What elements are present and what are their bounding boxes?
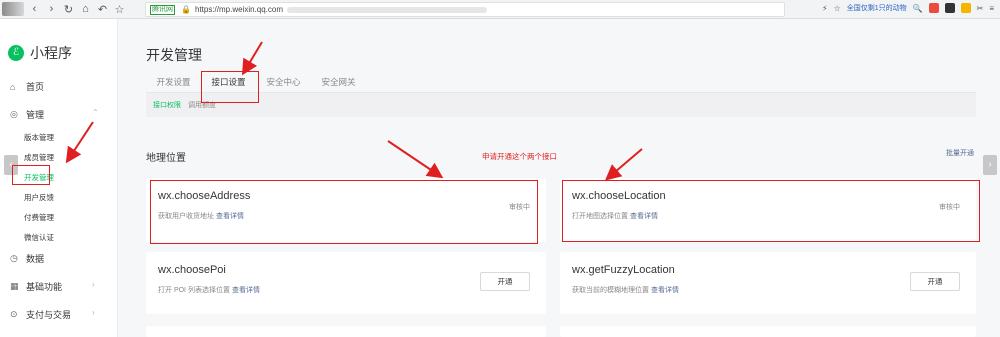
sidebar-item-label: 管理 [26,110,45,120]
pay-icon: ⊙ [10,309,18,319]
sidebar-sub-version[interactable]: 版本管理 [24,132,54,143]
miniprogram-logo-icon: ℰ [8,45,24,61]
reload-icon[interactable]: ↻ [62,3,75,16]
forward-icon[interactable]: › [45,3,58,15]
api-name: wx.choosePoi [158,264,226,276]
lightning-icon[interactable]: ⚡ [822,4,828,13]
sidebar-sub-feedback[interactable]: 用户反馈 [24,192,54,203]
sidebar-item-label: 首页 [26,82,45,92]
detail-link[interactable]: 查看详情 [651,287,679,294]
enable-button[interactable]: 开通 [910,272,960,291]
sidebar-sub-verify[interactable]: 微信认证 [24,232,54,243]
lock-icon: 🔒 [181,5,191,14]
arrow-icon [604,148,643,181]
next-page-icon[interactable]: › [983,155,997,175]
api-name: wx.getFuzzyLocation [572,264,675,276]
extension-icon[interactable] [928,3,939,13]
sidebar-item-home[interactable]: ⌂ 首页 [10,80,44,93]
url-redacted [287,6,488,13]
section-title: 地理位置 [146,153,186,164]
arrow-icon [387,140,444,179]
home-icon[interactable]: ⌂ [79,3,92,15]
chevron-right-icon[interactable]: › [92,308,95,317]
annotation-note: 申请开通这个两个接口 [482,152,557,161]
subtab-bar: 接口权限 调用额度 [146,93,976,117]
detail-link[interactable]: 查看详情 [232,287,260,294]
profile-avatar[interactable] [2,2,24,16]
sidebar-item-data[interactable]: ◷ 数据 [10,252,44,265]
menu-icon[interactable]: ≡ [989,4,994,13]
highlight-box [12,165,50,185]
sidebar-item-label: 数据 [26,254,45,264]
address-bar[interactable]: 腾讯网 🔒 https://mp.weixin.qq.com [145,2,785,17]
logo-text: 小程序 [30,45,72,61]
search-icon[interactable]: 🔍 [913,4,923,13]
logo[interactable]: ℰ 小程序 [8,43,72,63]
url-text: https://mp.weixin.qq.com [194,5,284,14]
subtab-api-permissions[interactable]: 接口权限 [153,100,181,110]
browser-toolbar: ‹ › ↻ ⌂ ↶ ☆ 腾讯网 🔒 https://mp.weixin.qq.c… [0,0,1000,19]
api-card: wx.choosePoi 打开 POI 列表选择位置 查看详情 开通 [146,252,546,314]
extension-icon[interactable] [960,3,971,13]
site-tag: 腾讯网 [150,4,175,15]
undo-icon[interactable]: ↶ [96,3,109,16]
api-desc: 获取当前的模糊地理位置 查看详情 [572,285,679,295]
bookmark-icon[interactable]: ☆ [113,3,126,16]
sidebar-item-label: 支付与交易 [26,310,72,320]
data-icon: ◷ [10,253,18,263]
api-card: wx.getFuzzyLocation 获取当前的模糊地理位置 查看详情 开通 [560,252,976,314]
grid-icon: ▦ [10,281,19,291]
highlight-box [201,71,259,103]
search-hint[interactable]: 全国仅剩1只的动物 [847,3,907,13]
enable-button[interactable]: 开通 [480,272,530,291]
sidebar-item-label: 基础功能 [26,282,63,292]
manage-icon: ◎ [10,109,18,119]
arrow-icon [241,41,263,76]
api-desc-text: 打开 POI 列表选择位置 [158,287,230,294]
chevron-up-icon[interactable]: ⌃ [92,108,99,117]
sidebar-item-pay[interactable]: ⊙ 支付与交易 [10,308,71,321]
qrcode-icon[interactable] [944,3,955,13]
chevron-right-icon[interactable]: › [92,280,95,289]
sidebar-sub-paid[interactable]: 付费管理 [24,212,54,223]
sidebar-item-manage[interactable]: ◎ 管理 [10,108,44,121]
scissors-icon[interactable]: ✂ [977,4,984,13]
api-card [560,326,976,337]
api-desc: 打开 POI 列表选择位置 查看详情 [158,285,260,295]
back-icon[interactable]: ‹ [28,3,41,15]
highlight-box [562,180,980,242]
page-title: 开发管理 [146,47,202,63]
star-icon[interactable]: ☆ [834,4,841,13]
sidebar-sub-members[interactable]: 成员管理 [24,152,54,163]
batch-enable-link[interactable]: 批量开通 [946,148,974,158]
api-desc-text: 获取当前的模糊地理位置 [572,287,649,294]
api-card [146,326,546,337]
toolbar-right: ⚡ ☆ 全国仅剩1只的动物 🔍 ✂ ≡ [822,3,994,13]
highlight-box [150,180,538,244]
home-icon: ⌂ [10,81,16,92]
sidebar-item-basic[interactable]: ▦ 基础功能 [10,280,62,293]
